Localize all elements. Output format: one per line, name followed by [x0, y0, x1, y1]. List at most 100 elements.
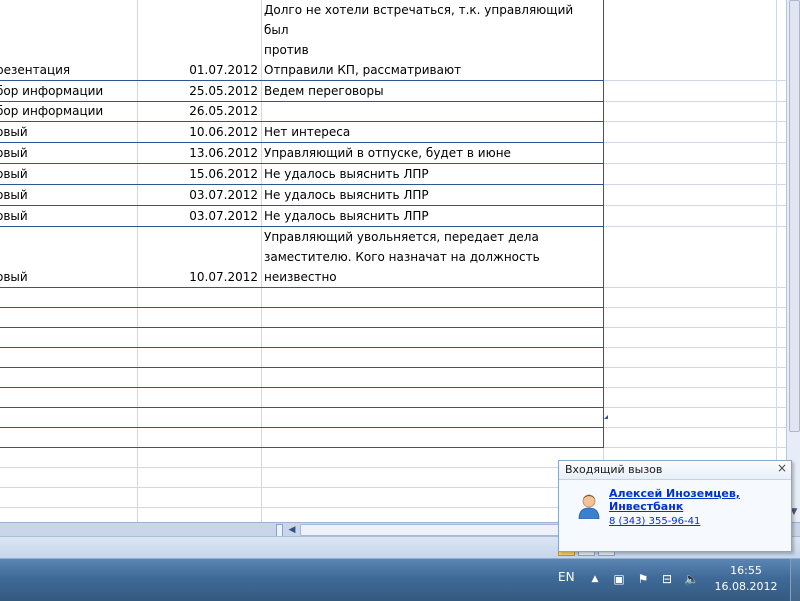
cell-empty[interactable]: [603, 407, 777, 428]
cell-empty[interactable]: [137, 427, 263, 448]
cell-stage[interactable]: бор информации: [0, 101, 138, 122]
cell-empty[interactable]: [261, 467, 604, 488]
cell-date[interactable]: 15.06.2012: [137, 163, 263, 185]
cell-empty[interactable]: [137, 487, 263, 508]
cell-empty[interactable]: [776, 407, 786, 428]
cell-empty[interactable]: [0, 467, 138, 488]
cell-date[interactable]: 13.06.2012: [137, 142, 263, 164]
incoming-call-popup[interactable]: Входящий вызов × Алексей Иноземцев, Инве…: [558, 460, 792, 552]
cell-empty[interactable]: [603, 0, 777, 81]
cell-empty[interactable]: [776, 163, 786, 185]
cell-empty[interactable]: [137, 287, 263, 308]
cell-empty[interactable]: [603, 101, 777, 122]
cell-comment[interactable]: Управляющий увольняется, передает дела з…: [261, 226, 604, 288]
network-icon[interactable]: ▣: [612, 572, 626, 586]
cell-comment[interactable]: Не удалось выяснить ЛПР: [261, 205, 604, 227]
cell-empty[interactable]: [603, 121, 777, 143]
cell-date[interactable]: 10.07.2012: [137, 226, 263, 288]
show-desktop-button[interactable]: [790, 559, 800, 601]
table-row[interactable]: овый 03.07.2012 Не удалось выяснить ЛПР: [0, 184, 786, 206]
cell-empty[interactable]: [137, 467, 263, 488]
cell-empty[interactable]: [603, 427, 777, 448]
table-row-empty[interactable]: [0, 407, 786, 428]
cell-date[interactable]: 26.05.2012: [137, 101, 263, 122]
table-resize-handle[interactable]: [603, 414, 608, 419]
cell-empty[interactable]: [0, 307, 138, 328]
cell-empty[interactable]: [261, 387, 604, 408]
scroll-left-arrow-icon[interactable]: ◀: [286, 524, 298, 536]
cell-empty[interactable]: [603, 205, 777, 227]
cell-empty[interactable]: [776, 101, 786, 122]
cell-empty[interactable]: [0, 507, 138, 522]
cell-date[interactable]: 01.07.2012: [137, 0, 263, 81]
cell-empty[interactable]: [776, 427, 786, 448]
cell-empty[interactable]: [261, 407, 604, 428]
table-row-empty[interactable]: [0, 367, 786, 388]
cell-empty[interactable]: [0, 327, 138, 348]
cell-empty[interactable]: [137, 347, 263, 368]
cell-comment[interactable]: Не удалось выяснить ЛПР: [261, 163, 604, 185]
cell-empty[interactable]: [0, 487, 138, 508]
table-row[interactable]: овый 03.07.2012 Не удалось выяснить ЛПР: [0, 205, 786, 227]
vertical-scrollbar[interactable]: ▼: [786, 0, 800, 522]
table-row-empty[interactable]: [0, 307, 786, 328]
language-indicator[interactable]: EN: [558, 570, 575, 584]
cell-empty[interactable]: [603, 367, 777, 388]
cell-empty[interactable]: [261, 307, 604, 328]
cell-empty[interactable]: [776, 387, 786, 408]
cell-empty[interactable]: [261, 347, 604, 368]
cell-empty[interactable]: [776, 367, 786, 388]
table-row[interactable]: бор информации 25.05.2012 Ведем перегово…: [0, 80, 786, 102]
cell-empty[interactable]: [137, 307, 263, 328]
cell-empty[interactable]: [776, 0, 786, 81]
cell-empty[interactable]: [261, 427, 604, 448]
cell-empty[interactable]: [603, 347, 777, 368]
cell-empty[interactable]: [0, 427, 138, 448]
cell-stage[interactable]: овый: [0, 121, 138, 143]
table-row[interactable]: овый 13.06.2012 Управляющий в отпуске, б…: [0, 142, 786, 164]
cell-empty[interactable]: [776, 287, 786, 308]
cell-empty[interactable]: [261, 287, 604, 308]
cell-empty[interactable]: [603, 287, 777, 308]
cell-empty[interactable]: [137, 447, 263, 468]
cell-stage[interactable]: бор информации: [0, 80, 138, 102]
cell-empty[interactable]: [776, 347, 786, 368]
cell-comment[interactable]: Управляющий в отпуске, будет в июне: [261, 142, 604, 164]
cell-empty[interactable]: [0, 287, 138, 308]
cell-empty[interactable]: [776, 205, 786, 227]
clock[interactable]: 16:55 16.08.2012: [706, 563, 786, 595]
cell-empty[interactable]: [137, 387, 263, 408]
table-row[interactable]: овый 10.07.2012 Управляющий увольняется,…: [0, 226, 786, 288]
cell-empty[interactable]: [776, 184, 786, 206]
computer-icon[interactable]: ⊟: [660, 572, 674, 586]
cell-empty[interactable]: [603, 142, 777, 164]
cell-empty[interactable]: [603, 387, 777, 408]
cell-empty[interactable]: [776, 226, 786, 288]
cell-stage[interactable]: овый: [0, 184, 138, 206]
caller-name-link[interactable]: Алексей Иноземцев, Инвестбанк: [609, 487, 740, 513]
cell-empty[interactable]: [137, 367, 263, 388]
cell-empty[interactable]: [776, 121, 786, 143]
table-row[interactable]: овый 15.06.2012 Не удалось выяснить ЛПР: [0, 163, 786, 185]
cell-comment[interactable]: Не удалось выяснить ЛПР: [261, 184, 604, 206]
cell-empty[interactable]: [137, 507, 263, 522]
cell-empty[interactable]: [776, 80, 786, 102]
cell-empty[interactable]: [261, 507, 604, 522]
volume-icon[interactable]: 🔈: [684, 572, 699, 586]
close-icon[interactable]: ×: [777, 461, 787, 475]
cell-date[interactable]: 25.05.2012: [137, 80, 263, 102]
caller-phone-link[interactable]: 8 (343) 355-96-41: [609, 516, 700, 527]
cell-empty[interactable]: [603, 80, 777, 102]
cell-empty[interactable]: [0, 347, 138, 368]
cell-stage[interactable]: овый: [0, 142, 138, 164]
table-row-empty[interactable]: [0, 347, 786, 368]
table-row-empty[interactable]: [0, 387, 786, 408]
cell-empty[interactable]: [603, 163, 777, 185]
table-row-empty[interactable]: [0, 327, 786, 348]
vertical-scroll-thumb[interactable]: [789, 0, 800, 432]
action-center-flag-icon[interactable]: ⚑: [636, 572, 650, 586]
table-row[interactable]: овый 10.06.2012 Нет интереса: [0, 121, 786, 143]
table-row-empty[interactable]: [0, 287, 786, 308]
cell-empty[interactable]: [0, 407, 138, 428]
cell-empty[interactable]: [0, 367, 138, 388]
